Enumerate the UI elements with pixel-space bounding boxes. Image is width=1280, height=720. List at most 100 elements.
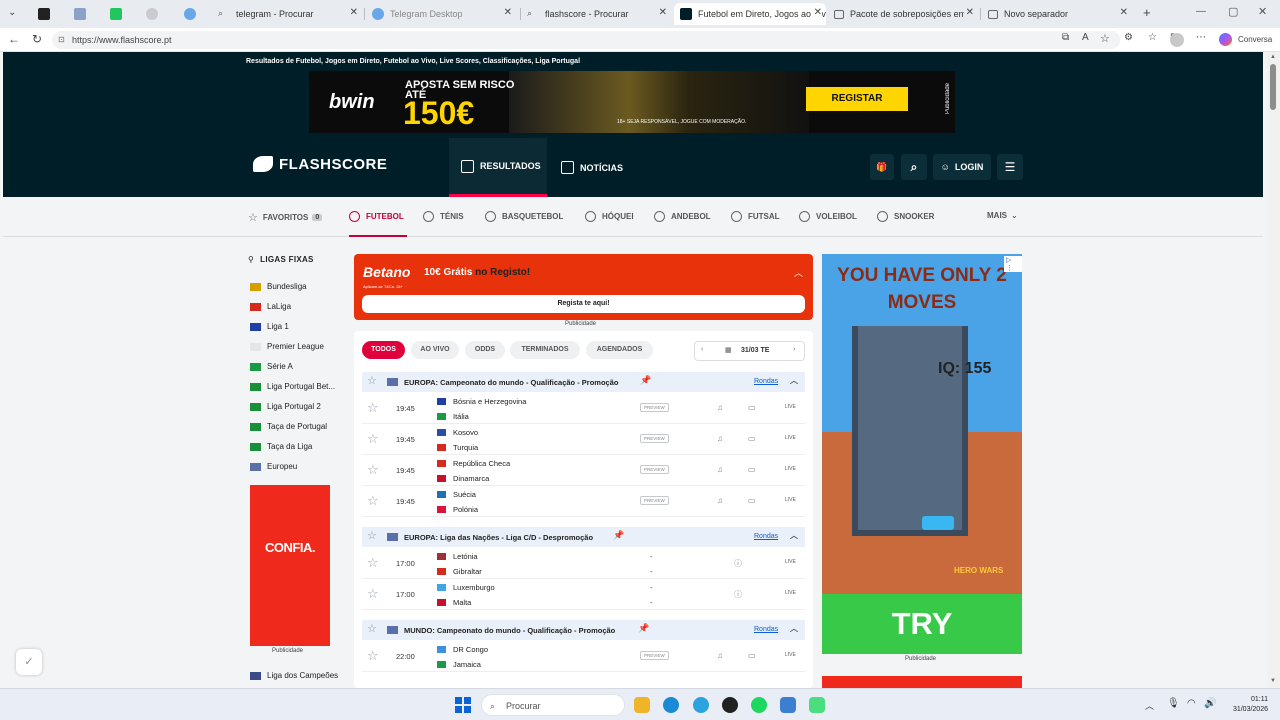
menu-button[interactable]: ☰ [997, 154, 1023, 180]
league-name[interactable]: EUROPA: Liga das Nações - Liga C/D - Des… [404, 533, 593, 542]
edge-icon[interactable] [663, 697, 679, 713]
pinned-league-item[interactable]: Premier League [250, 342, 324, 351]
match-row[interactable]: ☆ 19:45 Suécia Polónia PREVIEW ♫ ▭ LIVE [362, 486, 805, 517]
match-row[interactable]: ☆ 17:00 Letónia Gibraltar - - ⓘ LIVE [362, 548, 805, 579]
chevron-up-icon[interactable]: ︿ [790, 623, 798, 634]
league-header[interactable]: ☆ EUROPA: Liga das Nações - Liga C/D - De… [362, 527, 805, 547]
league-name[interactable]: EUROPA: Campeonato do mundo - Qualificaç… [404, 378, 618, 387]
pinned-league-item[interactable]: Série A [250, 362, 293, 371]
taskbar-search[interactable]: ⌕ Procurar [481, 694, 625, 716]
split-view-icon[interactable]: ⧉ [1062, 32, 1069, 43]
live-button[interactable]: LIVE [785, 559, 796, 565]
close-icon[interactable]: ✕ [811, 7, 822, 18]
tv-icon[interactable]: ▭ [748, 465, 756, 474]
sport-more[interactable]: MAIS ⌄ [987, 211, 1018, 220]
photos-icon[interactable] [780, 697, 796, 713]
nav-results[interactable]: RESULTADOS [449, 138, 547, 197]
live-button[interactable]: LIVE [785, 466, 796, 472]
date-picker[interactable]: ‹ ▦ 31/03 TE › [694, 341, 805, 361]
rounds-link[interactable]: Rondas [754, 533, 778, 540]
next-ad-banner[interactable] [822, 676, 1022, 688]
minimize-icon[interactable]: — [1196, 6, 1206, 17]
adchoices-icon[interactable]: ▷ ⋮ [1004, 256, 1022, 272]
audio-commentary-icon[interactable]: ♫ [717, 403, 723, 412]
sport-snooker[interactable]: SNOOKER [877, 211, 934, 222]
new-tab-plus-icon[interactable]: + [1143, 5, 1151, 20]
match-row[interactable]: ☆ 19:45 Bósnia e Herzegovina Itália PREVIEW ♫… [362, 393, 805, 424]
live-button[interactable]: LIVE [785, 652, 796, 658]
browser-tab-1[interactable] [32, 3, 60, 25]
close-icon[interactable]: ✕ [963, 7, 974, 18]
preview-badge[interactable]: PREVIEW [640, 403, 669, 412]
rounds-link[interactable]: Rondas [754, 626, 778, 633]
privacy-shield-icon[interactable]: ✓ [16, 649, 42, 675]
pinned-league-item[interactable]: Liga Portugal Bet... [250, 382, 335, 391]
wifi-icon[interactable]: ◠ [1187, 698, 1196, 709]
favorite-star-icon[interactable]: ☆ [367, 400, 379, 416]
match-row[interactable]: ☆ 19:45 República Checa Dinamarca PREVIEW ♫ ▭ L… [362, 455, 805, 486]
start-icon[interactable] [455, 697, 471, 713]
favorite-star-icon[interactable]: ☆ [367, 586, 379, 602]
bwin-banner-ad[interactable]: bwin APOSTA SEM RISCO ATÉ 150€ REGISTAR 1… [309, 71, 955, 133]
browser-tab-3[interactable] [104, 3, 132, 25]
pin-icon[interactable]: 📌 [613, 530, 624, 541]
window-close-icon[interactable]: ✕ [1258, 5, 1267, 18]
sport-handball[interactable]: ANDEBOL [654, 211, 711, 222]
next-day-icon[interactable]: › [793, 346, 795, 353]
live-button[interactable]: LIVE [785, 404, 796, 410]
audio-commentary-icon[interactable]: ♫ [717, 496, 723, 505]
spotify-icon[interactable] [751, 697, 767, 713]
telegram-icon[interactable] [693, 697, 709, 713]
favorite-star-icon[interactable]: ☆ [367, 648, 379, 664]
info-icon[interactable]: ⓘ [734, 558, 742, 569]
match-row[interactable]: ☆ 19:45 Kosovo Turquia PREVIEW ♫ ▭ LIVE [362, 424, 805, 455]
league-header[interactable]: ☆ MUNDO: Campeonato do mundo - Qualificaç… [362, 620, 805, 640]
pinned-league-item[interactable]: Bundesliga [250, 282, 307, 291]
scroll-up-icon[interactable]: ▲ [1270, 54, 1276, 60]
pin-icon[interactable]: 📌 [638, 623, 649, 634]
favorites-icon[interactable]: ☆ [1148, 32, 1157, 43]
file-explorer-icon[interactable] [634, 697, 650, 713]
info-icon[interactable]: ⓘ [734, 589, 742, 600]
sport-hockey[interactable]: HÓQUEI [585, 211, 634, 222]
audio-commentary-icon[interactable]: ♫ [717, 465, 723, 474]
close-icon[interactable]: ✕ [659, 7, 667, 18]
taskbar-clock[interactable]: 01:11 31/03/2026 [1226, 695, 1268, 715]
read-aloud-icon[interactable]: A [1082, 32, 1089, 43]
gift-button[interactable]: 🎁 [870, 154, 894, 180]
pin-icon[interactable]: 📌 [640, 375, 651, 386]
url-field[interactable]: ⊡ https://www.flashscore.pt [52, 31, 1120, 49]
live-button[interactable]: LIVE [785, 497, 796, 503]
chevron-up-icon[interactable]: ︿ [794, 266, 803, 279]
login-button[interactable]: ☺ LOGIN [933, 154, 991, 180]
browser-tab-7[interactable]: Telegram Desktop ✕ [366, 3, 516, 25]
preview-badge[interactable]: PREVIEW [640, 496, 669, 505]
tv-icon[interactable]: ▭ [748, 651, 756, 660]
match-row[interactable]: ☆ 22:00 DR Congo Jamaica PREVIEW ♫ ▭ LIVE [362, 641, 805, 672]
betano-promo-ad[interactable]: Betano 10€ Grátis no Registo! Aplicam-se… [354, 254, 813, 320]
pinned-league-item[interactable]: Liga 1 [250, 322, 289, 331]
scroll-down-icon[interactable]: ▼ [1270, 678, 1276, 684]
sport-basketball[interactable]: BASQUETEBOL [485, 211, 563, 222]
extensions-icon[interactable]: ⚙ [1124, 32, 1133, 43]
favorite-star-icon[interactable]: ☆ [367, 431, 379, 447]
profile-avatar[interactable] [1170, 33, 1184, 47]
browser-tab-10[interactable]: Pacote de sobreposições em pre✕ [828, 3, 978, 25]
more-menu-icon[interactable]: ⋯ [1196, 32, 1206, 43]
sport-futsal[interactable]: FUTSAL [731, 211, 780, 222]
sport-favorites[interactable]: ☆ FAVORITOS 0 [248, 211, 323, 224]
favorite-star-icon[interactable]: ☆ [367, 622, 377, 635]
tv-icon[interactable]: ▭ [748, 403, 756, 412]
favorite-star-icon[interactable]: ☆ [367, 462, 379, 478]
tv-icon[interactable]: ▭ [748, 434, 756, 443]
pinned-league-item[interactable]: Taça da Liga [250, 442, 312, 451]
tab-actions-chevron-icon[interactable]: ⌄ [8, 7, 16, 18]
app-icon[interactable] [722, 697, 738, 713]
chevron-up-icon[interactable]: ︿ [790, 375, 798, 386]
sport-football[interactable]: FUTEBOL [349, 211, 404, 222]
search-button[interactable]: ⌕ [901, 154, 927, 180]
copilot-icon[interactable] [1219, 33, 1232, 46]
refresh-icon[interactable]: ↻ [32, 32, 42, 46]
pinned-league-item[interactable]: LaLiga [250, 302, 291, 311]
favorite-star-icon[interactable]: ☆ [367, 374, 377, 387]
